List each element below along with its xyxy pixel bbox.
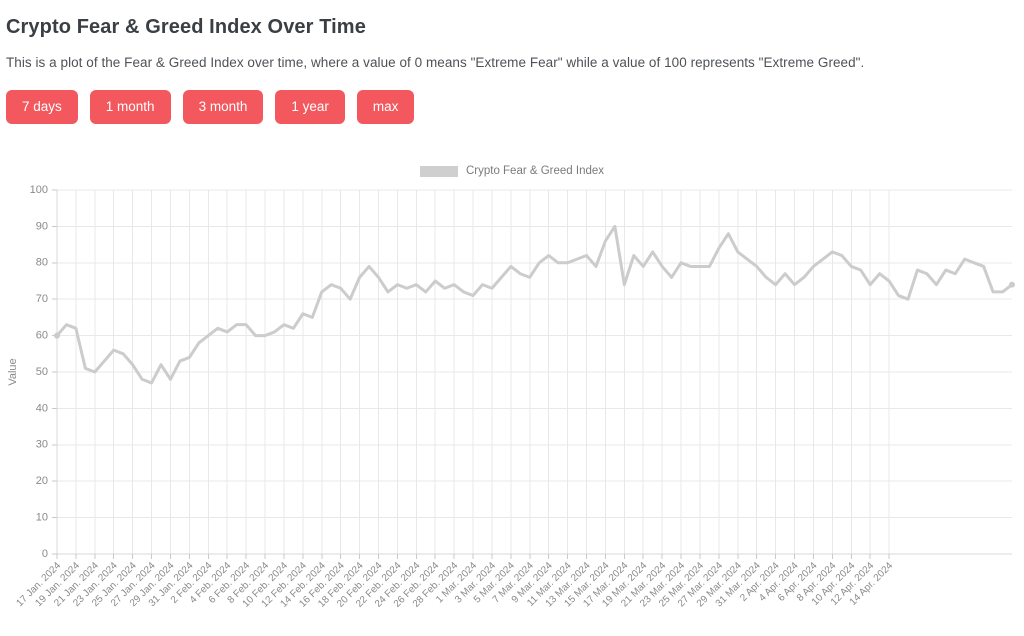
chart-container: Crypto Fear & Greed Index 0 10 20 30 40 50 60 7…	[0, 160, 1024, 636]
range-button-1-month[interactable]: 1 month	[89, 90, 171, 125]
series-point	[1009, 281, 1015, 288]
legend-label-crypto-fear-greed-index: Crypto Fear & Greed Index	[465, 165, 605, 177]
y-axis-title: Value	[7, 358, 19, 385]
page-description: This is a plot of the Fear & Greed Index…	[6, 55, 865, 70]
legend-swatch-crypto-fear-greed-index	[419, 165, 458, 177]
y-tick-label: 10	[36, 512, 48, 524]
page-title: Crypto Fear & Greed Index Over Time	[6, 16, 366, 38]
y-tick-label: 50	[36, 366, 48, 378]
series-points	[54, 281, 1015, 339]
y-tick-label: 100	[30, 184, 48, 196]
x-axis-ticks: 17 Jan. 202419 Jan. 202421 Jan. 202423 J…	[14, 554, 896, 610]
series-point	[54, 332, 60, 339]
y-tick-label: 80	[36, 257, 48, 269]
y-tick-label: 60	[36, 330, 48, 342]
y-tick-label: 90	[36, 220, 48, 232]
y-tick-label: 40	[36, 402, 48, 414]
y-tick-label: 70	[36, 293, 48, 305]
range-button-3-month[interactable]: 3 month	[182, 90, 264, 125]
chart-legend: Crypto Fear & Greed Index	[0, 160, 1024, 182]
range-button-group: 7 days 1 month 3 month 1 year max	[0, 70, 1024, 125]
series-line-crypto-fear-greed-index[interactable]	[55, 224, 1014, 385]
range-button-1-year[interactable]: 1 year	[275, 90, 345, 125]
y-tick-label: 30	[36, 439, 48, 451]
y-axis-ticks: 0 10 20 30 40 50 60 70 80 90 100	[30, 184, 57, 560]
y-tick-label: 0	[42, 548, 48, 560]
line-chart[interactable]: 0 10 20 30 40 50 60 70 80 90 100 17 Jan. 202419 Ja…	[0, 160, 1024, 636]
range-button-max[interactable]: max	[356, 90, 415, 125]
y-tick-label: 20	[36, 475, 48, 487]
range-button-7-days[interactable]: 7 days	[6, 90, 78, 125]
grid-lines	[56, 189, 1012, 555]
